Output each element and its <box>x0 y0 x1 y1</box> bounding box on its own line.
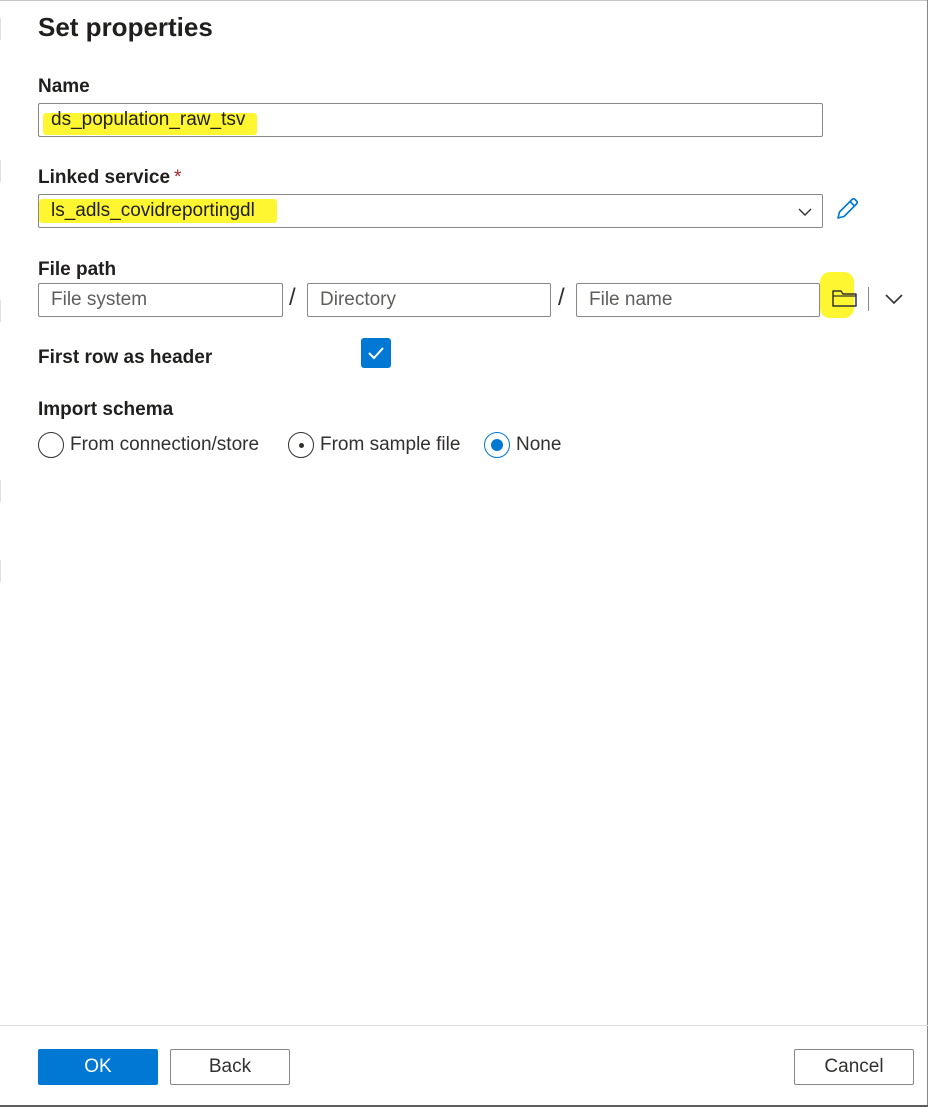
radio-label: None <box>516 434 562 455</box>
radio-none[interactable] <box>484 432 510 458</box>
required-mark: * <box>174 167 182 188</box>
left-edge-mark <box>0 480 1 502</box>
checkmark-icon <box>368 347 384 360</box>
name-input-value: ds_population_raw_tsv <box>51 109 246 130</box>
directory-input[interactable]: Directory <box>307 283 551 317</box>
left-edge-mark <box>0 18 1 40</box>
footer-divider <box>0 1025 928 1026</box>
linked-service-select[interactable]: ls_adls_covidreportingdl <box>38 194 823 228</box>
divider <box>868 287 869 311</box>
linked-service-label: Linked service * <box>38 167 181 189</box>
name-label: Name <box>38 76 90 97</box>
dialog-title: Set properties <box>38 12 213 42</box>
radio-dot <box>299 443 304 448</box>
radio-from-sample-file[interactable] <box>288 432 314 458</box>
top-border <box>0 0 928 1</box>
folder-icon[interactable] <box>831 287 859 309</box>
radio-label: From connection/store <box>70 434 260 455</box>
path-separator: / <box>289 284 296 311</box>
radio-dot <box>491 439 503 451</box>
linked-service-value: ls_adls_covidreportingdl <box>51 200 255 221</box>
chevron-down-icon[interactable] <box>884 292 904 306</box>
radio-label: From sample file <box>320 434 461 455</box>
cancel-button[interactable]: Cancel <box>794 1049 914 1085</box>
file-system-input[interactable]: File system <box>38 283 283 317</box>
file-path-label: File path <box>38 259 117 280</box>
file-name-input[interactable]: File name <box>576 283 820 317</box>
left-edge-mark <box>0 560 1 582</box>
first-row-header-checkbox[interactable] <box>361 338 391 368</box>
linked-service-label-text: Linked service <box>38 167 171 188</box>
chevron-down-icon <box>798 208 812 216</box>
import-schema-label: Import schema <box>38 399 174 420</box>
pencil-icon[interactable] <box>834 196 860 222</box>
left-edge-mark <box>0 160 1 182</box>
path-separator: / <box>558 284 565 311</box>
name-input[interactable]: ds_population_raw_tsv <box>38 103 823 137</box>
ok-button[interactable]: OK <box>38 1049 158 1085</box>
back-button[interactable]: Back <box>170 1049 290 1085</box>
left-edge-mark <box>0 300 1 322</box>
radio-from-connection[interactable] <box>38 432 64 458</box>
first-row-header-label: First row as header <box>38 347 213 368</box>
